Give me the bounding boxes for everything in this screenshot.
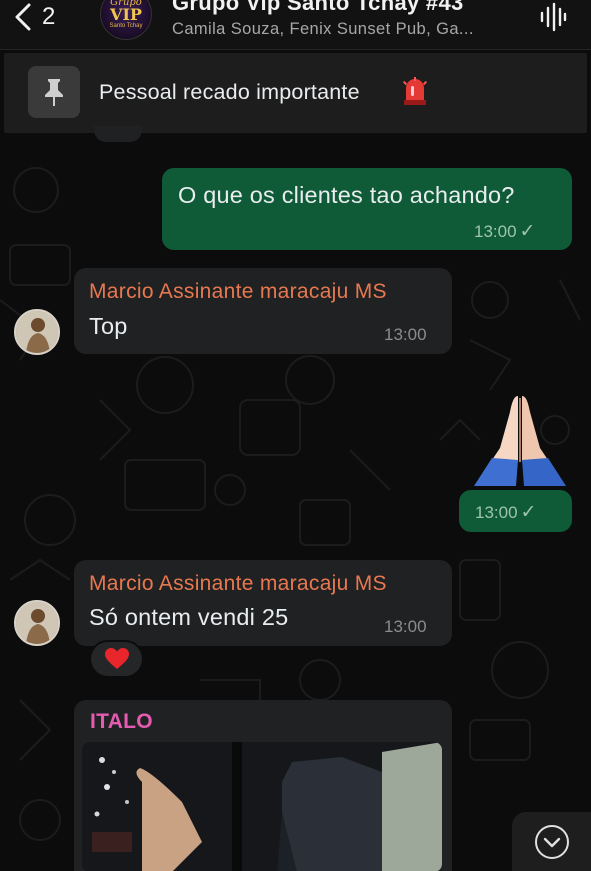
message-text: Só ontem vendi 25 [89, 604, 289, 630]
incoming-message-bubble[interactable]: Marcio Assinante maracaju MS Só ontem ve… [74, 560, 452, 646]
message-time: 13:00 [384, 325, 427, 344]
chevron-down-circle-icon [534, 824, 569, 859]
sent-check-icon: ✓ [520, 502, 537, 523]
incoming-message-bubble[interactable]: Marcio Assinante maracaju MS Top 13:00 [74, 268, 452, 354]
message-photo[interactable] [82, 742, 442, 871]
sender-name[interactable]: Marcio Assinante maracaju MS [89, 572, 387, 596]
sender-avatar[interactable] [14, 309, 60, 355]
partial-reaction [94, 126, 142, 142]
sent-check-icon: ✓ [519, 221, 536, 242]
group-avatar[interactable]: Grupo VIP Santo Tchay [100, 0, 152, 40]
avatar-logo-line2: VIP [110, 5, 142, 24]
scroll-to-bottom-button[interactable] [512, 812, 591, 871]
group-title[interactable]: Grupo Vip Santo Tchay #43 [172, 0, 464, 16]
siren-emoji [401, 76, 429, 111]
outgoing-emoji-time-bubble[interactable]: 13:00 ✓ [459, 490, 572, 532]
pinned-message-bar[interactable]: Pessoal recado importante [4, 53, 587, 133]
heart-reaction[interactable] [89, 640, 144, 678]
chevron-left-icon [15, 3, 31, 31]
message-time: 13:00 ✓ [475, 502, 537, 523]
voice-chat-button[interactable] [539, 2, 567, 37]
waveform-icon [540, 2, 567, 32]
praying-hands-emoji[interactable] [470, 388, 570, 488]
message-text: Top [89, 313, 128, 339]
pinned-text: Pessoal recado importante [99, 80, 360, 104]
pin-icon [45, 79, 63, 106]
avatar-logo-line3: Santo Tchay [109, 23, 143, 29]
message-text: O que os clientes tao achando? [178, 182, 515, 208]
sender-avatar[interactable] [14, 600, 60, 646]
outgoing-message-bubble[interactable]: O que os clientes tao achando? 13:00 ✓ [162, 168, 572, 250]
pin-icon-box [28, 66, 80, 118]
heart-icon [104, 648, 129, 669]
group-members[interactable]: Camila Souza, Fenix Sunset Pub, Ga... [172, 20, 474, 39]
message-time: 13:00 ✓ [474, 221, 536, 242]
message-time: 13:00 [384, 617, 427, 636]
sender-name[interactable]: Marcio Assinante maracaju MS [89, 280, 387, 304]
back-button[interactable]: 2 [14, 2, 55, 32]
sender-name[interactable]: ITALO [90, 710, 153, 734]
chat-header: 2 Grupo VIP Santo Tchay Grupo Vip Santo … [0, 0, 591, 50]
unread-count: 2 [42, 3, 56, 30]
